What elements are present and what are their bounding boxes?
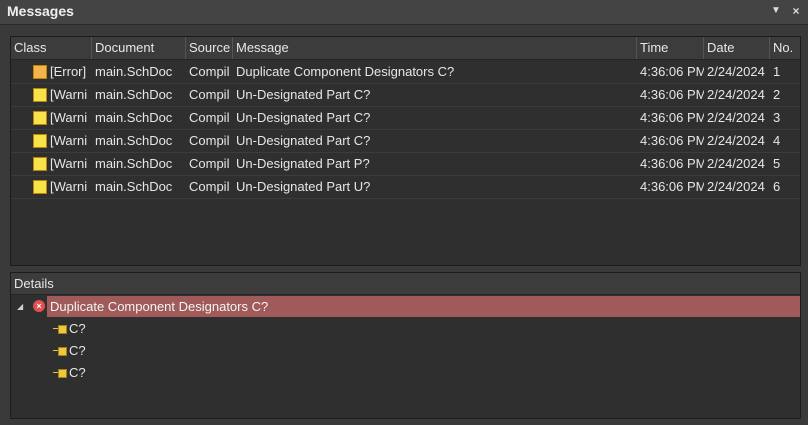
warning-square-icon: [33, 157, 47, 171]
details-header: Details: [11, 273, 800, 295]
column-header-class[interactable]: Class: [11, 37, 92, 59]
cell-document: main.SchDoc: [95, 110, 173, 125]
column-header-time[interactable]: Time: [637, 37, 704, 59]
messages-table: Class Document Source Message Time Date …: [10, 36, 801, 266]
table-row[interactable]: [Warni main.SchDoc Compil Un-Designated Par…: [11, 83, 800, 107]
column-header-date[interactable]: Date: [704, 37, 770, 59]
table-row[interactable]: [Warni main.SchDoc Compil Un-Designated Par…: [11, 175, 800, 199]
close-icon[interactable]: ×: [789, 4, 803, 18]
cell-date: 2/24/2024: [707, 87, 765, 102]
table-header: Class Document Source Message Time Date …: [11, 37, 800, 60]
cell-time: 4:36:06 PM: [640, 87, 704, 102]
cell-time: 4:36:06 PM: [640, 64, 704, 79]
cell-document: main.SchDoc: [95, 156, 173, 171]
details-child-label: C?: [69, 365, 86, 380]
cell-class: [Warni: [50, 156, 88, 171]
cell-document: main.SchDoc: [95, 133, 173, 148]
cell-no: 6: [773, 179, 781, 194]
table-row[interactable]: [Warni main.SchDoc Compil Un-Designated Par…: [11, 129, 800, 153]
cell-class: [Warni: [50, 133, 88, 148]
column-header-message[interactable]: Message: [233, 37, 637, 59]
cell-time: 4:36:06 PM: [640, 133, 704, 148]
cell-message: Un-Designated Part C?: [236, 133, 371, 148]
cell-no: 4: [773, 133, 781, 148]
cell-source: Compil: [189, 133, 230, 148]
warning-square-icon: [33, 134, 47, 148]
dropdown-arrow-icon[interactable]: ▼: [769, 4, 783, 18]
cell-time: 4:36:06 PM: [640, 179, 704, 194]
cell-message: Un-Designated Part C?: [236, 87, 371, 102]
cell-date: 2/24/2024: [707, 179, 765, 194]
panel-title: Messages: [7, 3, 74, 19]
cell-no: 5: [773, 156, 781, 171]
cell-document: main.SchDoc: [95, 179, 173, 194]
table-row[interactable]: [Warni main.SchDoc Compil Un-Designated Par…: [11, 152, 800, 176]
cell-class: [Warni: [50, 110, 88, 125]
details-child-label: C?: [69, 343, 86, 358]
table-row[interactable]: [Warni main.SchDoc Compil Un-Designated Par…: [11, 106, 800, 130]
cell-document: main.SchDoc: [95, 64, 173, 79]
cell-message: Un-Designated Part P?: [236, 156, 370, 171]
table-row[interactable]: [Error] main.SchDoc Compil Duplicate Compon…: [11, 60, 800, 84]
cell-message: Un-Designated Part C?: [236, 110, 371, 125]
cell-no: 3: [773, 110, 781, 125]
cell-class: [Error]: [50, 64, 87, 79]
error-icon: ×: [33, 300, 45, 312]
details-selected-message[interactable]: Duplicate Component Designators C?: [47, 296, 800, 317]
cell-class: [Warni: [50, 179, 88, 194]
column-header-no[interactable]: No.: [770, 37, 800, 59]
cell-time: 4:36:06 PM: [640, 110, 704, 125]
cell-source: Compil: [189, 110, 230, 125]
cell-source: Compil: [189, 156, 230, 171]
cell-class: [Warni: [50, 87, 88, 102]
warning-square-icon: [33, 88, 47, 102]
cell-no: 2: [773, 87, 781, 102]
error-square-icon: [33, 65, 47, 79]
column-header-source[interactable]: Source: [186, 37, 233, 59]
details-child-label: C?: [69, 321, 86, 336]
cell-source: Compil: [189, 179, 230, 194]
cell-date: 2/24/2024: [707, 110, 765, 125]
cell-message: Un-Designated Part U?: [236, 179, 371, 194]
details-panel: Details ◢ × Duplicate Component Designat…: [10, 272, 801, 419]
cell-source: Compil: [189, 87, 230, 102]
component-pin-icon: [53, 325, 67, 334]
cell-message: Duplicate Component Designators C?: [236, 64, 455, 79]
warning-square-icon: [33, 111, 47, 125]
cell-document: main.SchDoc: [95, 87, 173, 102]
cell-no: 1: [773, 64, 781, 79]
cell-date: 2/24/2024: [707, 156, 765, 171]
cell-date: 2/24/2024: [707, 64, 765, 79]
collapse-triangle-icon[interactable]: ◢: [17, 302, 23, 311]
component-pin-icon: [53, 369, 67, 378]
cell-date: 2/24/2024: [707, 133, 765, 148]
component-pin-icon: [53, 347, 67, 356]
cell-source: Compil: [189, 64, 230, 79]
cell-time: 4:36:06 PM: [640, 156, 704, 171]
warning-square-icon: [33, 180, 47, 194]
panel-titlebar: Messages ▼ ×: [0, 0, 808, 25]
column-header-document[interactable]: Document: [92, 37, 186, 59]
